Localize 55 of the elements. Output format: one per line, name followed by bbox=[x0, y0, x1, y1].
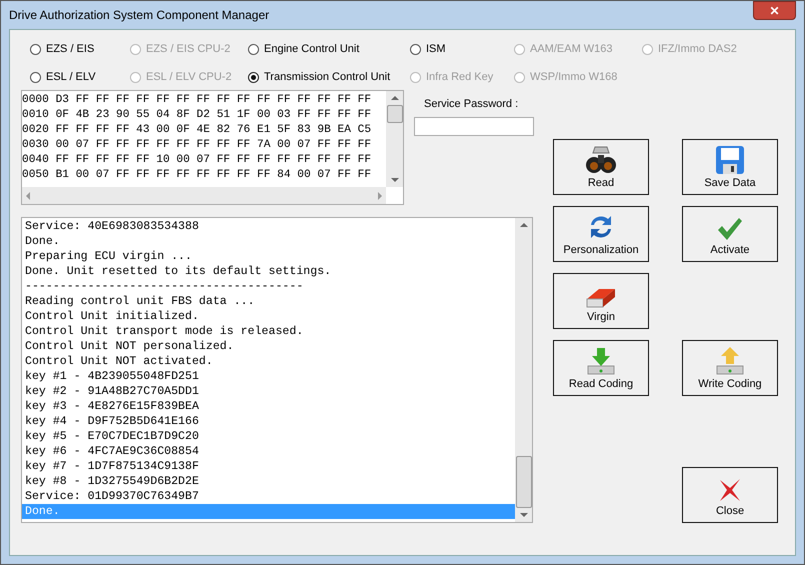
action-button[interactable]: Virgin bbox=[553, 273, 649, 329]
radio-button[interactable] bbox=[30, 72, 41, 82]
log-line: ---------------------------------------- bbox=[24, 279, 304, 294]
radio-button[interactable] bbox=[410, 44, 421, 54]
window-title: Drive Authorization System Component Manager bbox=[9, 8, 270, 22]
radio-button[interactable] bbox=[248, 72, 259, 82]
scrollbar[interactable] bbox=[515, 218, 532, 522]
radio-label[interactable]: EZS / EIS bbox=[46, 43, 94, 55]
log-line: Control Unit transport mode is released. bbox=[24, 324, 304, 339]
upload-drive-icon bbox=[714, 346, 746, 376]
log-line: key #7 - 1D7F875134C9138F bbox=[24, 459, 200, 474]
log-line: Done. bbox=[24, 234, 61, 249]
log-line: Service: 01D99370C76349B7 bbox=[24, 489, 200, 504]
service-password-label: Service Password : bbox=[423, 98, 520, 110]
log-line: Service: 40E6983083534388 bbox=[24, 219, 200, 234]
close-window-button[interactable]: ✕ bbox=[753, 1, 796, 20]
log-line: Done. Unit resetted to its default settings. bbox=[24, 264, 332, 279]
log-line: key #3 - 4E8276E15F839BEA bbox=[24, 399, 200, 414]
close-icon bbox=[717, 477, 743, 503]
log-line: Control Unit NOT activated. bbox=[24, 354, 214, 369]
hex-row-text: 0000 D3 FF FF FF FF FF FF FF FF FF FF FF FF FF FF FF bbox=[22, 93, 372, 108]
radio-label[interactable]: ISM bbox=[426, 43, 446, 55]
hex-row-text: 0020 FF FF FF FF 43 00 0F 4E 82 76 E1 5F 83 9B EA C5 bbox=[22, 123, 372, 138]
log-line: Control Unit NOT personalized. bbox=[24, 339, 235, 354]
close-button[interactable]: Close bbox=[682, 467, 778, 523]
hex-row-text: 0050 B1 00 07 FF FF FF FF FF FF FF FF 84 00 07 FF FF bbox=[22, 168, 372, 183]
check-mark-icon bbox=[717, 216, 743, 242]
radio-button[interactable] bbox=[248, 44, 259, 54]
scrollbar[interactable] bbox=[386, 91, 403, 187]
radio-button[interactable] bbox=[30, 44, 41, 54]
log-line: key #4 - D9F752B5D641E166 bbox=[24, 414, 200, 429]
action-button[interactable]: Read bbox=[553, 139, 649, 195]
action-button[interactable]: Personalization bbox=[553, 206, 649, 262]
action-button[interactable]: Write Coding bbox=[682, 340, 778, 396]
hex-row-text: 0030 00 07 FF FF FF FF FF FF FF FF 7A 00 07 FF FF FF bbox=[22, 138, 372, 153]
log-line: Preparing ECU virgin ... bbox=[24, 249, 193, 264]
password-field[interactable] bbox=[414, 117, 534, 136]
radio-label[interactable]: Engine Control Unit bbox=[264, 43, 360, 55]
hex-row-text: 0010 0F 4B 23 90 55 04 8F D2 51 1F 00 03 FF FF FF FF bbox=[22, 108, 372, 123]
log-line: key #2 - 91A48B27C70A5DD1 bbox=[24, 384, 200, 399]
log-line: Control Unit initialized. bbox=[24, 309, 200, 324]
action-button[interactable]: Activate bbox=[682, 206, 778, 262]
binoculars-icon bbox=[585, 145, 617, 175]
log-line: key #1 - 4B239055048FD251 bbox=[24, 369, 200, 384]
action-button[interactable]: Save Data bbox=[682, 139, 778, 195]
log-line: key #5 - E70C7DEC1B7D9C20 bbox=[24, 429, 200, 444]
log-line: key #6 - 4FC7AE9C36C08854 bbox=[24, 444, 200, 459]
action-button[interactable]: Read Coding bbox=[553, 340, 649, 396]
download-drive-icon bbox=[585, 346, 617, 376]
log-line: Reading control unit FBS data ... bbox=[24, 294, 256, 309]
scrollbar[interactable] bbox=[22, 187, 386, 204]
radio-label[interactable]: Transmission Control Unit bbox=[264, 71, 390, 83]
log-line: key #8 - 1D3275549D6B2D2E bbox=[24, 474, 200, 489]
hex-row-text: 0040 FF FF FF FF FF 10 00 07 FF FF FF FF FF FF FF FF bbox=[22, 153, 372, 168]
radio-label[interactable]: ESL / ELV bbox=[46, 71, 96, 83]
